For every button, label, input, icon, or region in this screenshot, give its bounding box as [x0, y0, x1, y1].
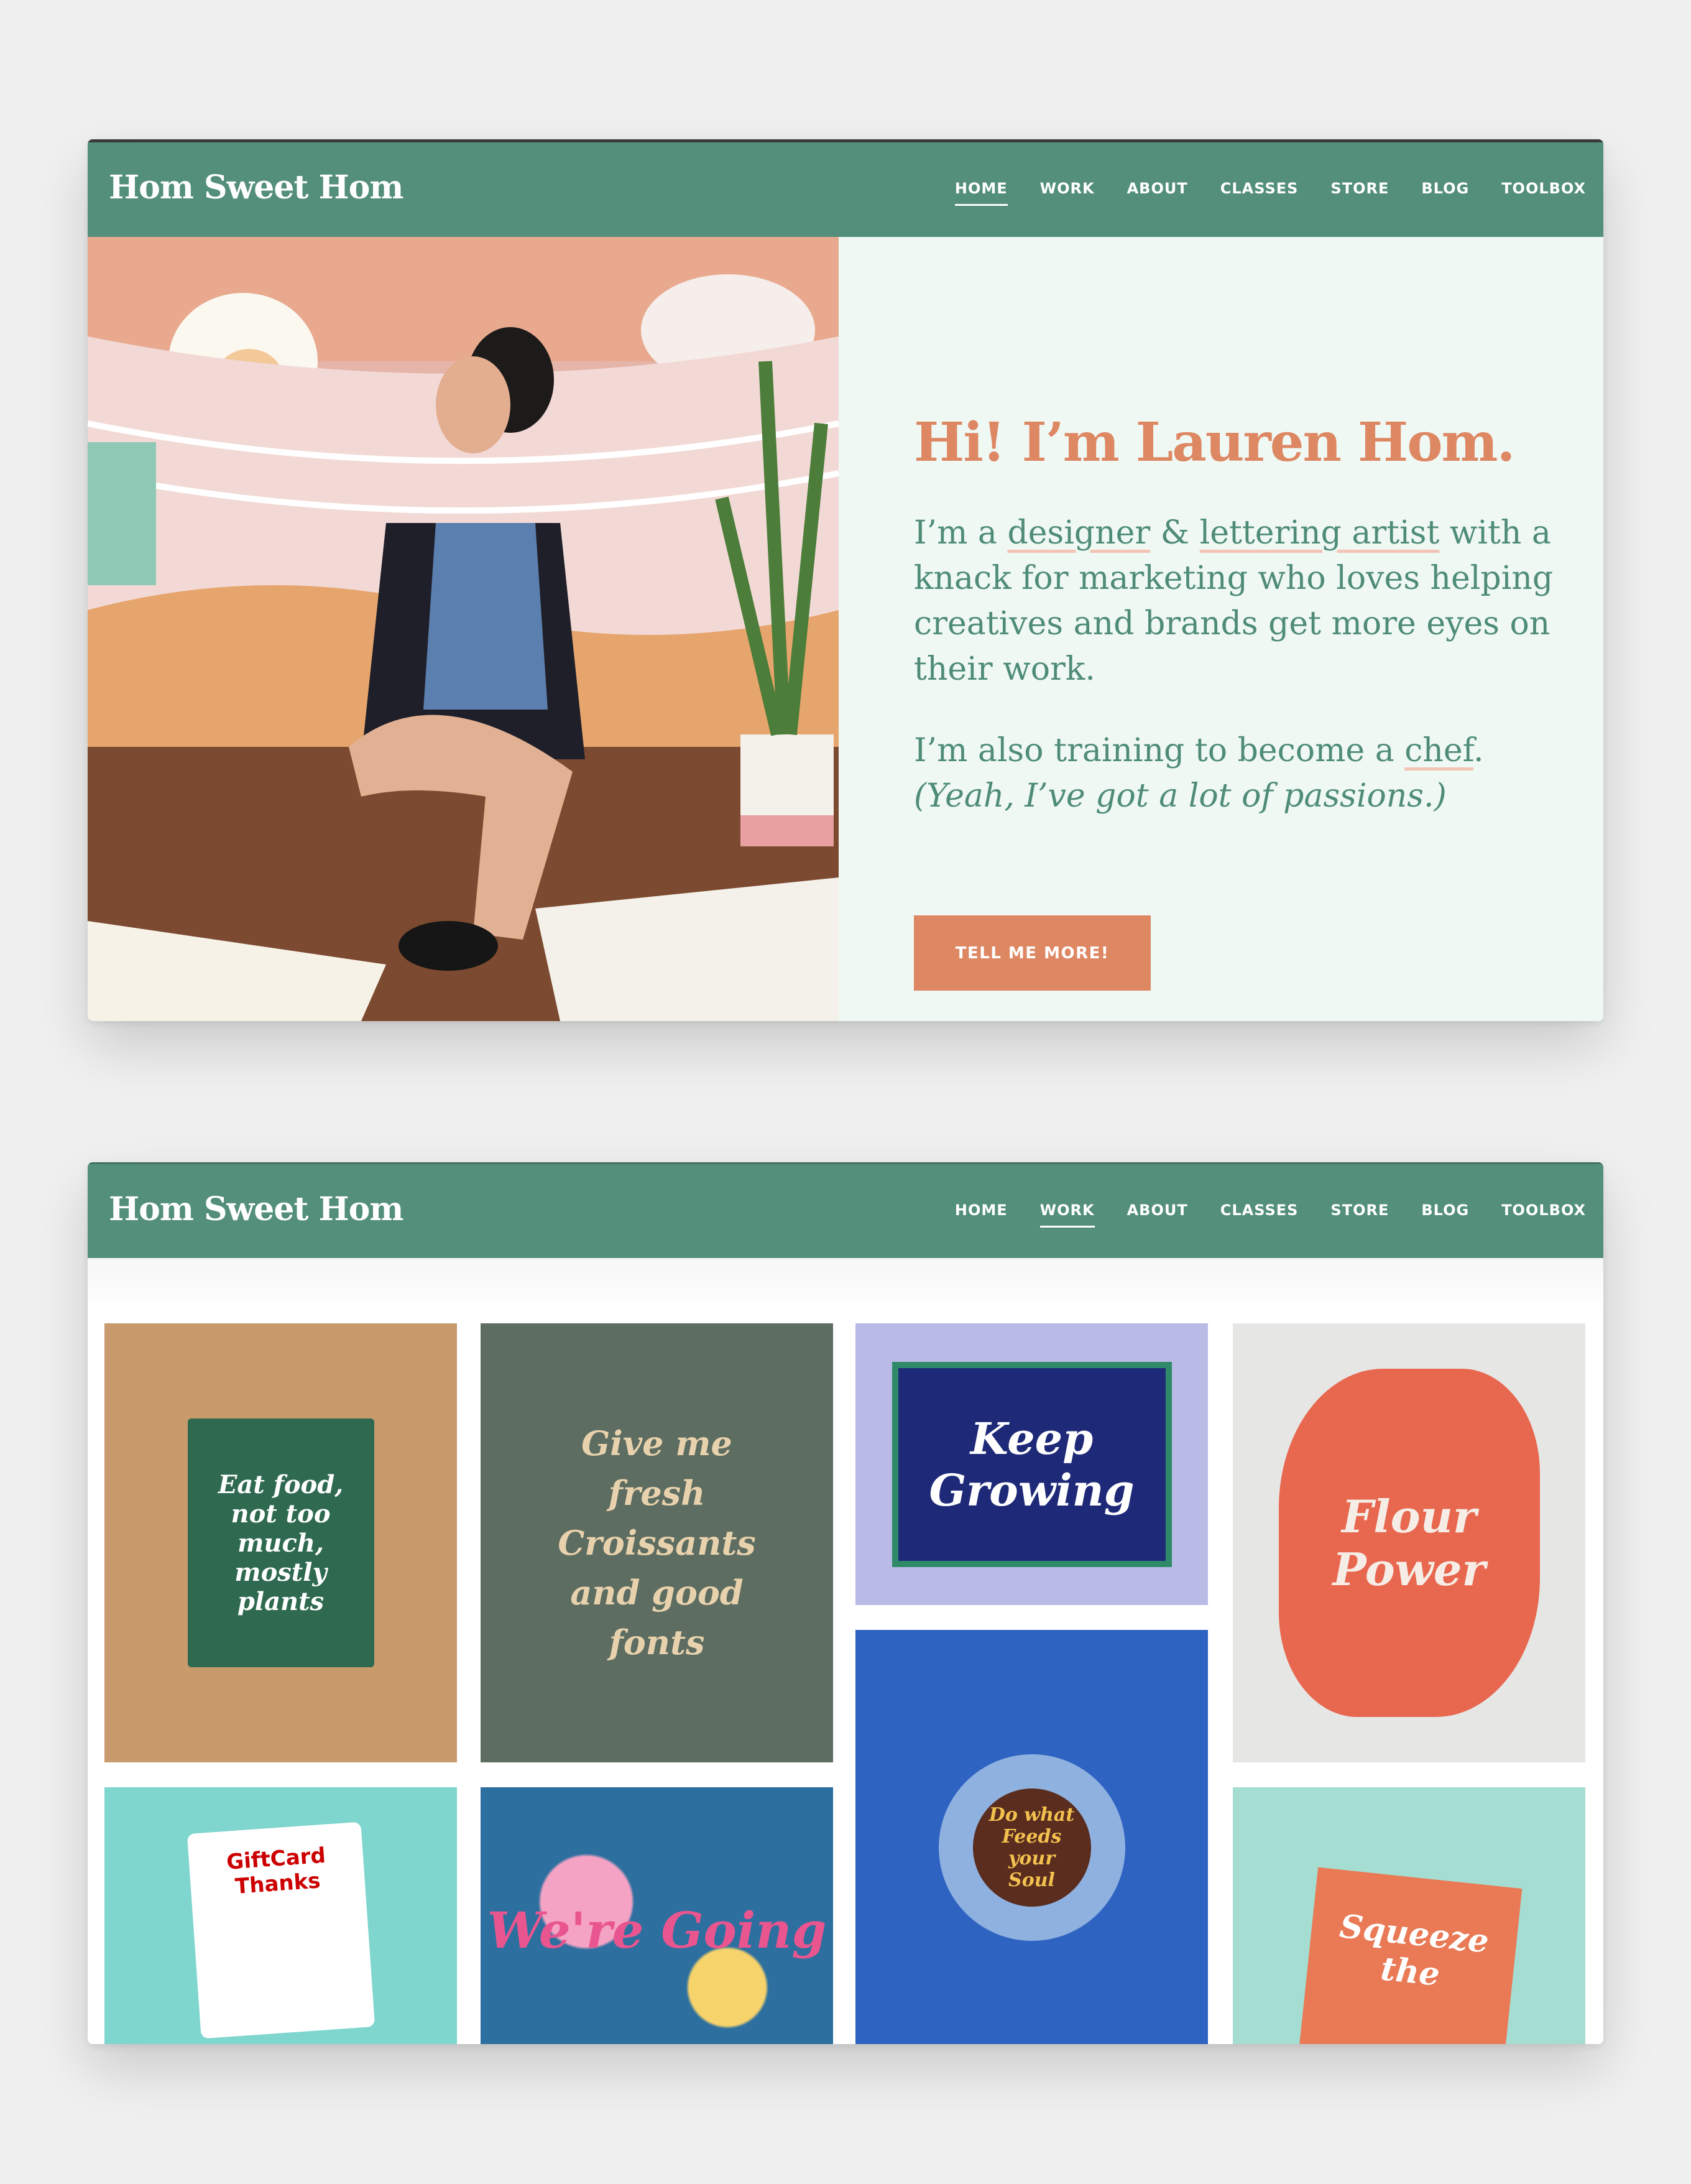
- chef-text: I’m also training to become a: [914, 732, 1405, 769]
- home-page-window: Hom Sweet Hom HOME WORK ABOUT CLASSES ST…: [88, 139, 1603, 1021]
- tile-lettering: Squeeze the: [1337, 1907, 1491, 1994]
- tile-lettering: GiftCard Thanks: [225, 1843, 326, 1899]
- nav-blog[interactable]: BLOG: [1421, 180, 1469, 203]
- nav-about[interactable]: ABOUT: [1127, 180, 1188, 203]
- work-grid: Eat food, not too much, mostly plants Gi…: [88, 1258, 1603, 2044]
- hero-heading: Hi! I’m Lauren Hom.: [914, 411, 1515, 474]
- nav-about[interactable]: ABOUT: [1127, 1201, 1188, 1225]
- tell-me-more-button[interactable]: TELL ME MORE!: [914, 915, 1151, 991]
- work-tile-keep-growing[interactable]: Keep Growing: [855, 1323, 1208, 1605]
- tile-lettering: Give me fresh Croissants and good fonts: [558, 1423, 756, 1662]
- nav-toolbox[interactable]: TOOLBOX: [1501, 180, 1586, 203]
- designer-link[interactable]: designer: [1007, 514, 1150, 552]
- intro-paragraph: I’m a designer & lettering artist with a…: [914, 511, 1567, 692]
- work-tile-giftcards[interactable]: GiftCard Thanks: [104, 1787, 457, 2044]
- hero-photo: [88, 237, 839, 1021]
- tile-lettering: Eat food, not too much, mostly plants: [218, 1469, 344, 1616]
- nav-classes[interactable]: CLASSES: [1220, 1201, 1299, 1225]
- nav-store[interactable]: STORE: [1330, 1201, 1389, 1225]
- work-tile-flour-power[interactable]: Flour Power: [1233, 1323, 1585, 1762]
- chef-link[interactable]: chef: [1404, 732, 1473, 769]
- lettering-artist-link[interactable]: lettering artist: [1200, 514, 1440, 552]
- hero-text-panel: Hi! I’m Lauren Hom. I’m a designer & let…: [839, 237, 1603, 1021]
- work-tile-eat-food[interactable]: Eat food, not too much, mostly plants: [104, 1323, 457, 1762]
- site-logo[interactable]: Hom Sweet Hom: [109, 169, 403, 206]
- nav-work[interactable]: WORK: [1039, 1201, 1095, 1228]
- passions-aside: (Yeah, I’ve got a lot of passions.): [914, 777, 1447, 815]
- tile-lettering: Flour Power: [1332, 1490, 1486, 1596]
- work-tile-croissants[interactable]: Give me fresh Croissants and good fonts: [481, 1323, 833, 1762]
- nav-classes[interactable]: CLASSES: [1220, 180, 1299, 203]
- main-nav: HOME WORK ABOUT CLASSES STORE BLOG TOOLB…: [954, 180, 1586, 206]
- nav-home[interactable]: HOME: [954, 180, 1008, 206]
- work-tile-feeds-your-soul[interactable]: Do what Feeds your Soul: [855, 1630, 1208, 2044]
- nav-toolbox[interactable]: TOOLBOX: [1501, 1201, 1586, 1225]
- work-tile-were-going-places[interactable]: We're Going: [481, 1787, 833, 2044]
- nav-store[interactable]: STORE: [1330, 180, 1389, 203]
- chef-paragraph: I’m also training to become a chef. (Yeah…: [914, 728, 1567, 819]
- site-logo[interactable]: Hom Sweet Hom: [109, 1190, 403, 1228]
- intro-text: I’m a: [914, 514, 1008, 552]
- work-page-window: Hom Sweet Hom HOME WORK ABOUT CLASSES ST…: [88, 1162, 1603, 2044]
- intro-text: &: [1150, 514, 1200, 552]
- nav-home[interactable]: HOME: [955, 1201, 1008, 1225]
- nav-blog[interactable]: BLOG: [1421, 1201, 1469, 1225]
- main-nav: HOME WORK ABOUT CLASSES STORE BLOG TOOLB…: [955, 1201, 1586, 1228]
- site-header: Hom Sweet Hom HOME WORK ABOUT CLASSES ST…: [88, 1162, 1603, 1258]
- chef-text: .: [1473, 732, 1484, 769]
- nav-work[interactable]: WORK: [1040, 180, 1095, 203]
- tile-lettering: Do what Feeds your Soul: [988, 1804, 1075, 1891]
- work-tile-squeeze-the-day[interactable]: Squeeze the: [1233, 1787, 1585, 2044]
- tile-lettering: We're Going: [487, 1901, 827, 1960]
- tile-lettering: Keep Growing: [929, 1412, 1135, 1516]
- site-header: Hom Sweet Hom HOME WORK ABOUT CLASSES ST…: [88, 139, 1603, 237]
